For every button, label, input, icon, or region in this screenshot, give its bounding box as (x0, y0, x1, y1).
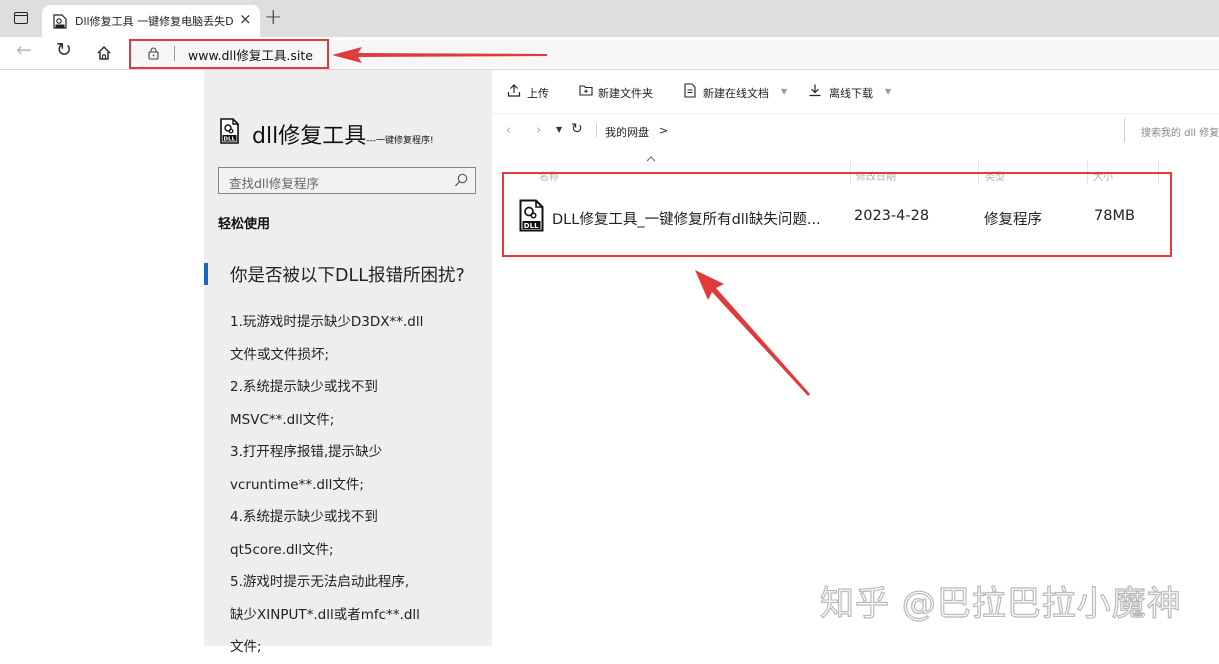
breadcrumb-current[interactable]: 我的网盘 (605, 124, 649, 140)
refresh-icon[interactable]: ↻ (571, 121, 583, 137)
drive-search-input[interactable]: 搜索我的 dll 修复 (1141, 124, 1219, 139)
document-icon[interactable] (683, 83, 697, 98)
list-item: qt5core.dll文件; (230, 541, 334, 558)
logo-title-text: dll修复工具 (252, 124, 367, 149)
list-item: 文件或文件损坏; (230, 346, 330, 363)
list-item: MSVC**.dll文件; (230, 411, 335, 428)
upload-icon[interactable] (507, 83, 521, 98)
close-tab-icon[interactable]: × (239, 10, 252, 28)
list-item: 1.玩游戏时提示缺少D3DX**.dll (230, 314, 424, 330)
new-online-doc-button[interactable]: 新建在线文档 (703, 85, 769, 101)
home-icon[interactable] (96, 45, 112, 61)
list-item: 3.打开程序报错,提示缺少 (230, 444, 383, 460)
offline-download-button[interactable]: 离线下载 (829, 85, 873, 101)
dll-tool-sidebar: DLL dll修复工具---一键修复程序! 查找dll修复程序 轻松使用 你是否… (204, 70, 492, 655)
back-arrow-icon[interactable]: ‹ (506, 123, 511, 138)
browser-tab[interactable]: Dll修复工具 一键修复电脑丢失D × (42, 5, 260, 37)
tab-title: Dll修复工具 一键修复电脑丢失D (75, 15, 234, 28)
sort-up-icon[interactable] (646, 156, 656, 162)
back-arrow-icon[interactable]: ← (16, 39, 32, 61)
question-heading: 你是否被以下DLL报错所困扰? (230, 266, 465, 286)
tab-bar: Dll修复工具 一键修复电脑丢失D × + (0, 0, 1219, 37)
left-arrow-annotation-icon (332, 47, 547, 63)
list-item: 2.系统提示缺少或找不到 (230, 379, 378, 395)
accent-bar (204, 263, 208, 285)
drive-search-box[interactable]: 搜索我的 dll 修复 (1124, 118, 1219, 142)
search-icon[interactable] (454, 173, 468, 188)
file-highlight-box (502, 172, 1172, 257)
list-item: 缺少XINPUT*.dll或者mfc**.dll (230, 606, 420, 623)
new-tab-button[interactable]: + (264, 5, 282, 31)
tab-actions-icon[interactable] (14, 12, 28, 24)
search-input[interactable]: 查找dll修复程序 (229, 173, 319, 192)
caret-down-icon[interactable]: ▼ (556, 125, 562, 134)
url-highlight-box (129, 39, 329, 69)
easy-use-heading: 轻松使用 (218, 217, 271, 232)
list-item: 文件; (230, 639, 262, 655)
logo-subtitle: ---一键修复程序! (366, 136, 434, 146)
chevron-down-icon[interactable]: ▼ (781, 87, 787, 96)
list-item: vcruntime**.dll文件; (230, 476, 364, 493)
zhihu-watermark: 知乎 @巴拉巴拉小魔神 (819, 583, 1182, 624)
dll-file-icon (53, 14, 67, 29)
chevron-down-icon[interactable]: ▼ (885, 87, 891, 96)
dll-search-box[interactable]: 查找dll修复程序 (218, 167, 476, 194)
refresh-icon[interactable]: ↻ (56, 39, 72, 61)
dll-file-icon: DLL (220, 118, 239, 144)
breadcrumb-bar: ‹ › ▼ ↻ 我的网盘 > 搜索我的 dll 修复 (492, 114, 1219, 148)
path-separator (596, 123, 597, 137)
drive-action-bar: 上传 新建文件夹 新建在线文档 ▼ 离线下载 ▼ (492, 70, 1219, 114)
breadcrumb-arrow: > (659, 124, 669, 137)
svg-text:DLL: DLL (224, 137, 236, 143)
list-item: 4.系统提示缺少或找不到 (230, 509, 378, 525)
up-arrow-annotation-icon (695, 270, 810, 396)
list-item: 5.游戏时提示无法启动此程序, (230, 574, 410, 590)
error-list: 1.玩游戏时提示缺少D3DX**.dll 文件或文件损坏; 2.系统提示缺少或找… (230, 306, 485, 664)
upload-button[interactable]: 上传 (527, 85, 549, 101)
new-folder-icon[interactable] (579, 83, 593, 98)
download-icon[interactable] (808, 83, 822, 98)
new-folder-button[interactable]: 新建文件夹 (598, 85, 653, 101)
site-logo-title: dll修复工具---一键修复程序! (252, 118, 434, 150)
forward-arrow-icon[interactable]: › (536, 123, 541, 138)
